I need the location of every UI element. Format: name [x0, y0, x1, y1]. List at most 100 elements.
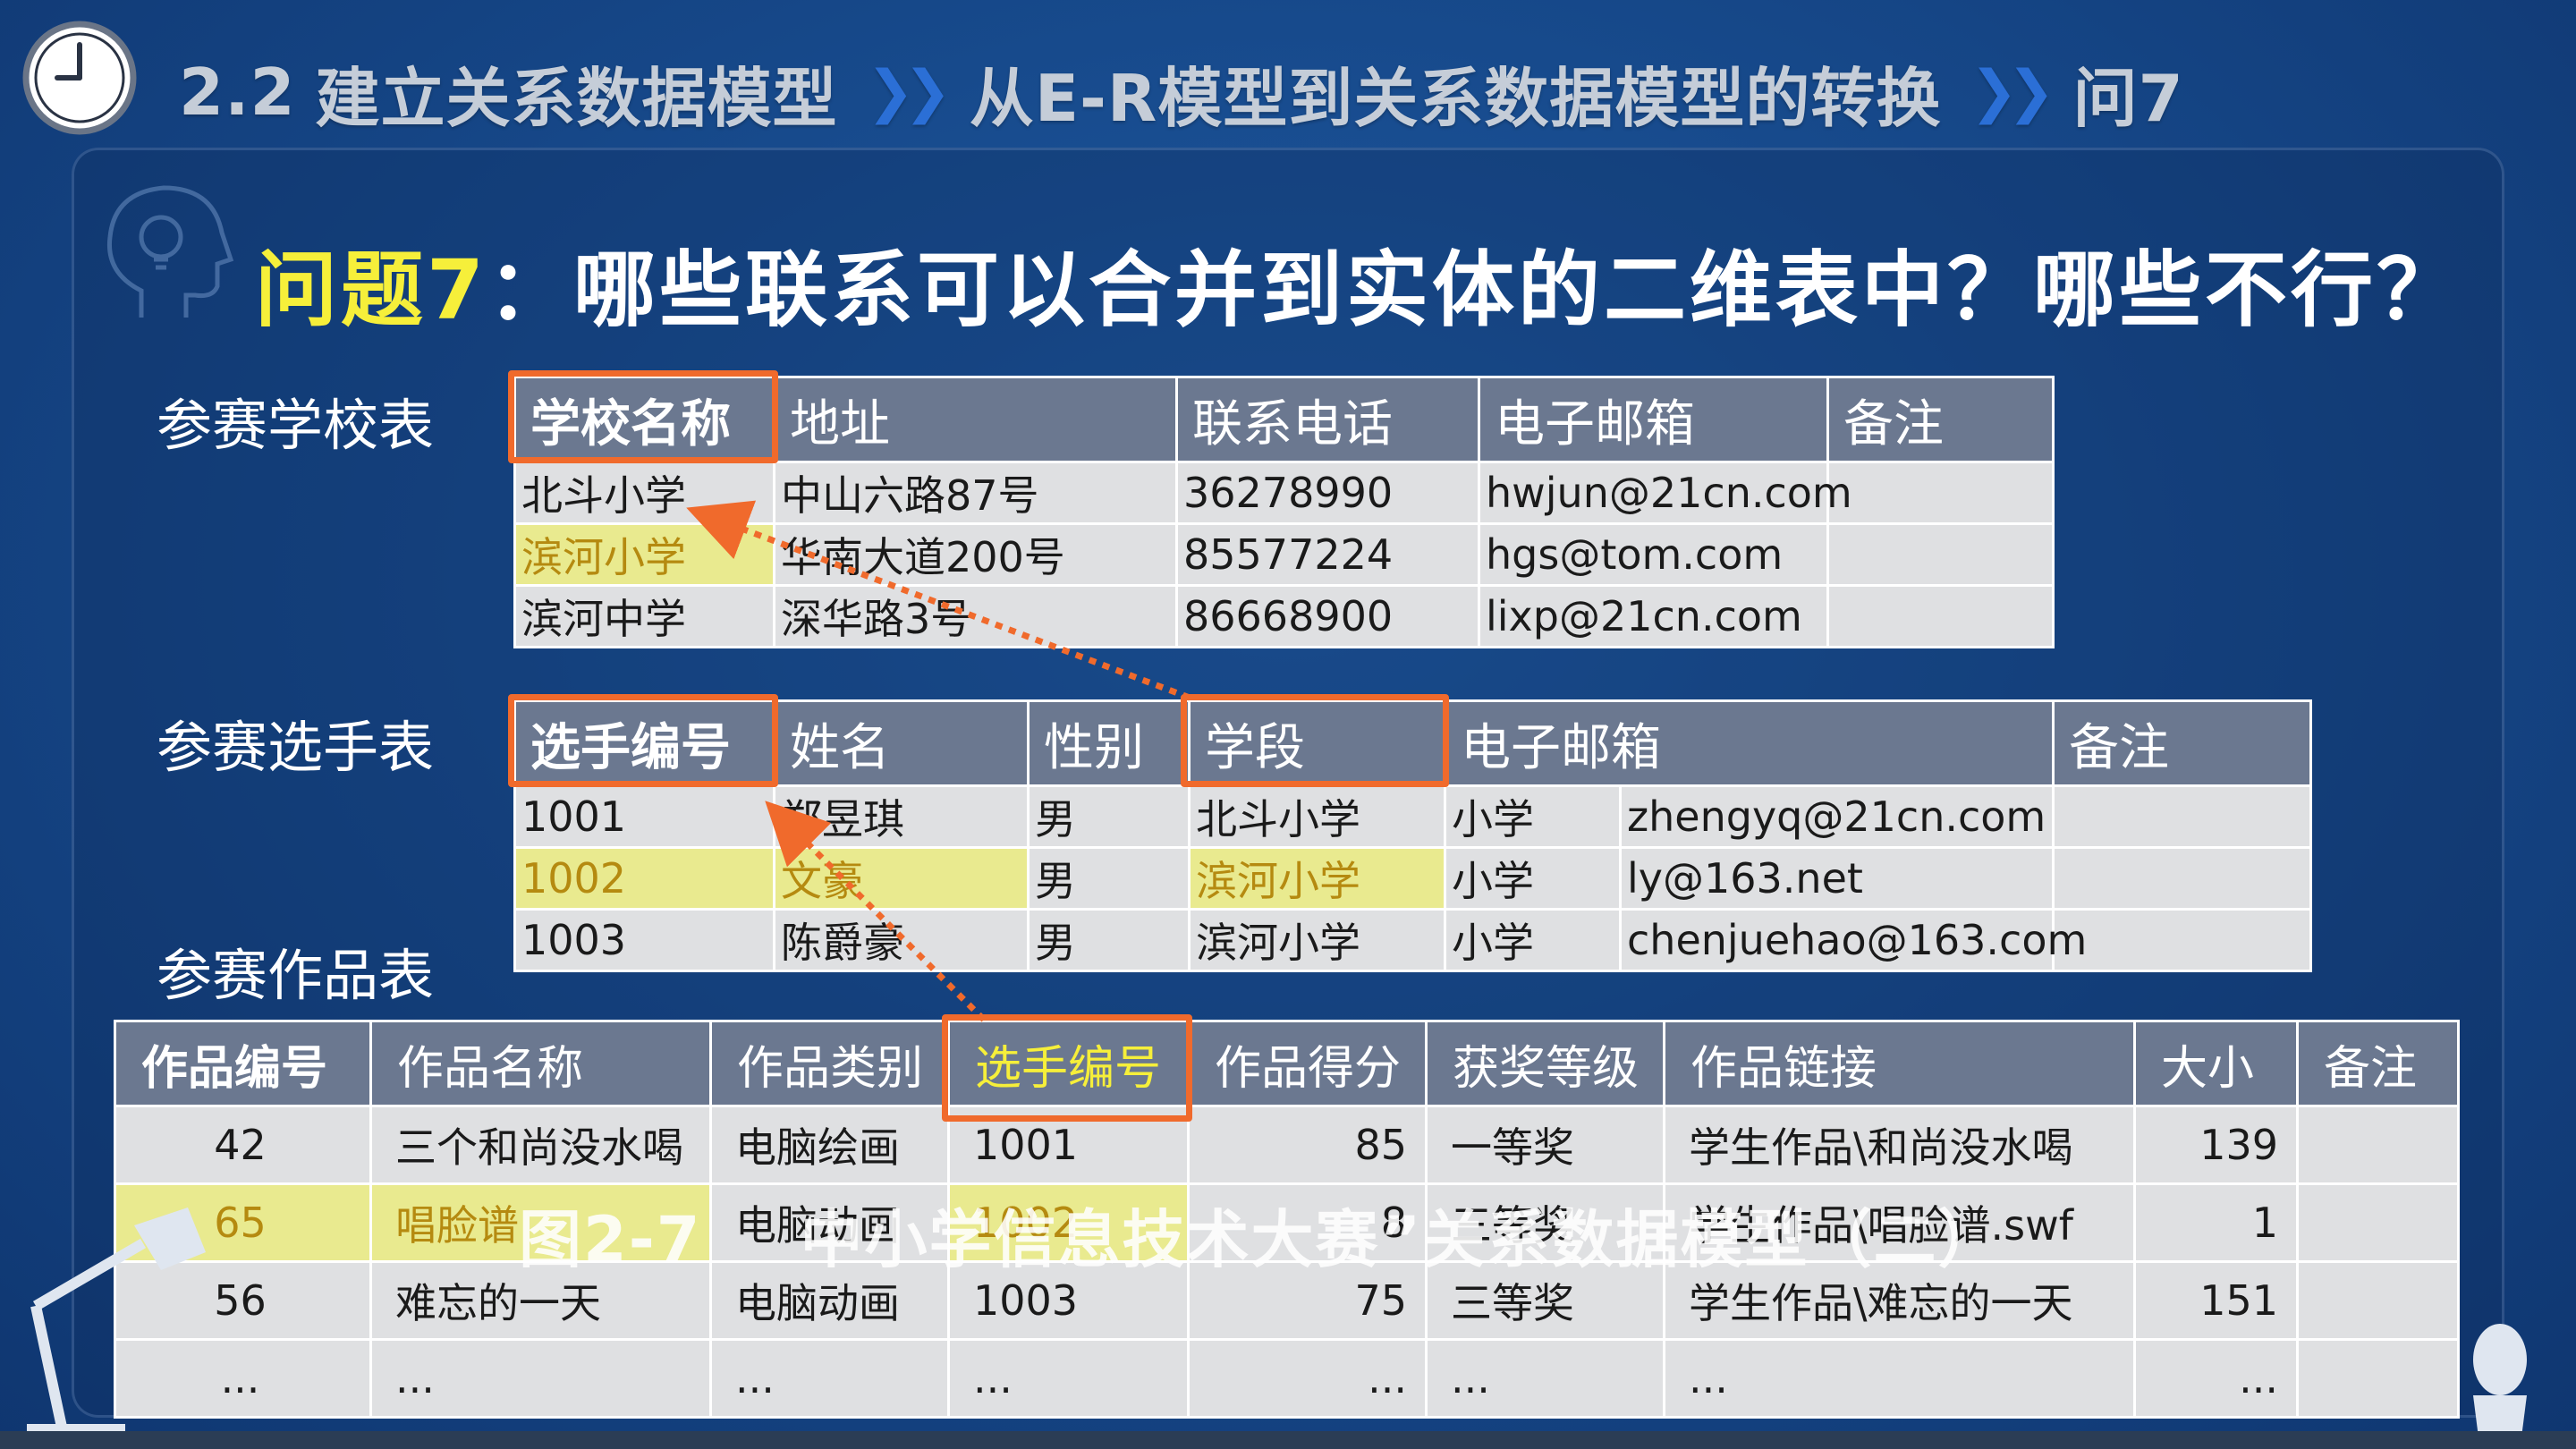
works-table-caption: 参赛作品表 — [157, 943, 435, 1008]
table-cell: 滨河小学 — [513, 522, 775, 587]
table-cell: ... — [1663, 1338, 2136, 1419]
table-cell: 北斗小学 — [1188, 784, 1446, 849]
breadcrumb-item-question: 问7 — [2072, 60, 2184, 136]
table-cell — [2296, 1260, 2460, 1341]
figure-title: 中小学信息技术大赛”关系数据模型（二） — [800, 1203, 2003, 1276]
table-cell: 一等奖 — [1425, 1105, 1665, 1185]
column-header: 备注 — [2052, 699, 2312, 787]
table-header-row: 作品编号 作品名称 作品类别 选手编号 作品得分 获奖等级 作品链接 大小 备注 — [114, 1020, 2460, 1107]
table-cell: 151 — [2133, 1260, 2299, 1341]
table-cell: chenjuehao@163.com — [1619, 908, 2087, 972]
column-header: 学段 — [1188, 699, 1446, 787]
table-cell: 小学 — [1444, 908, 1622, 972]
table-cell: 文豪 — [773, 846, 1030, 911]
table-cell: ... — [2133, 1338, 2299, 1419]
column-header: 性别 — [1027, 699, 1191, 787]
figure-caption: 图2-7 中小学信息技术大赛”关系数据模型（二） — [519, 1190, 2002, 1280]
column-header: 选手编号 — [947, 1020, 1190, 1107]
column-header: 电子邮箱 — [1444, 699, 2055, 787]
table-cell: 滨河中学 — [513, 584, 775, 648]
player-table: 选手编号 姓名 性别 学段 电子邮箱 备注 1001 郑昱琪 男 北斗小学 小学… — [513, 699, 2312, 972]
table-cell: ... — [1187, 1338, 1428, 1419]
table-cell: 学生作品\和尚没水喝 — [1663, 1105, 2136, 1185]
column-header: 备注 — [1826, 376, 2055, 463]
table-row: 1003 陈爵豪 男 滨河小学 小学 chenjuehao@163.com — [513, 908, 2312, 972]
question-label: 问题7 — [255, 242, 488, 338]
question-title: 问题7：哪些联系可以合并到实体的二维表中？哪些不行？ — [255, 224, 2462, 338]
chevron-right-icon: ❯❯ — [866, 59, 952, 125]
table-cell: 男 — [1027, 846, 1191, 911]
table-header-row: 学校名称 地址 联系电话 电子邮箱 备注 — [513, 376, 2055, 463]
head-lightbulb-icon — [106, 185, 234, 318]
table-row: 1002 文豪 男 滨河小学 小学 ly@163.net — [513, 846, 2312, 911]
table-cell: ... — [1425, 1338, 1665, 1419]
slide: 2.2 建立关系数据模型 ❯❯ 从E-R模型到关系数据模型的转换 ❯❯ 问7 问… — [0, 0, 2576, 1449]
breadcrumb-item-chapter: 建立关系数据模型 — [315, 60, 838, 136]
column-header: 电子邮箱 — [1478, 376, 1829, 463]
desk-lamp-icon — [27, 1208, 206, 1442]
table-row: 北斗小学 中山六路87号 36278990 hwjun@21cn.com — [513, 461, 2055, 525]
table-cell: 1002 — [513, 846, 775, 911]
table-cell — [1826, 584, 2055, 648]
column-header: 地址 — [773, 376, 1178, 463]
table-header-row: 选手编号 姓名 性别 学段 电子邮箱 备注 — [513, 699, 2312, 787]
school-table: 学校名称 地址 联系电话 电子邮箱 备注 北斗小学 中山六路87号 362789… — [513, 376, 2055, 648]
table-cell — [2296, 1182, 2460, 1263]
table-cell: 1001 — [947, 1105, 1190, 1185]
table-cell: 北斗小学 — [513, 461, 775, 525]
breadcrumb: 2.2 建立关系数据模型 ❯❯ 从E-R模型到关系数据模型的转换 ❯❯ 问7 — [179, 52, 2184, 136]
floor-strip — [0, 1431, 2576, 1449]
table-cell: ... — [947, 1338, 1190, 1419]
table-cell — [2296, 1338, 2460, 1419]
table-cell: 陈爵豪 — [773, 908, 1030, 972]
table-cell — [2052, 846, 2312, 911]
table-row: 1001 郑昱琪 男 北斗小学 小学 zhengyq@21cn.com — [513, 784, 2312, 849]
table-row: 滨河小学 华南大道200号 85577224 hgs@tom.com — [513, 522, 2055, 587]
table-cell: ... — [369, 1338, 712, 1419]
table-cell: 男 — [1027, 908, 1191, 972]
table-cell: 1003 — [513, 908, 775, 972]
table-row: ... ... ... ... ... ... ... ... — [114, 1338, 2460, 1419]
table-cell: 85 — [1187, 1105, 1428, 1185]
table-cell: hgs@tom.com — [1478, 522, 1829, 587]
breadcrumb-item-topic: 从E-R模型到关系数据模型的转换 — [969, 60, 1942, 136]
table-cell — [2296, 1105, 2460, 1185]
table-cell: 小学 — [1444, 846, 1622, 911]
player-table-caption: 参赛选手表 — [157, 715, 435, 780]
table-cell: zhengyq@21cn.com — [1619, 784, 2055, 849]
column-header: 学校名称 — [513, 376, 775, 463]
table-cell: 42 — [114, 1105, 372, 1185]
question-text: ：哪些联系可以合并到实体的二维表中？哪些不行？ — [487, 242, 2463, 338]
table-cell: 郑昱琪 — [773, 784, 1030, 849]
column-header: 姓名 — [773, 699, 1030, 787]
table-cell: 滨河小学 — [1188, 908, 1446, 972]
table-cell — [1826, 522, 2055, 587]
clock-icon — [22, 21, 137, 135]
column-header: 联系电话 — [1175, 376, 1480, 463]
school-table-caption: 参赛学校表 — [157, 393, 435, 458]
table-row: 滨河中学 深华路3号 86668900 lixp@21cn.com — [513, 584, 2055, 648]
table-cell: 1 — [2133, 1182, 2299, 1263]
column-header: 作品名称 — [369, 1020, 712, 1107]
table-cell: 小学 — [1444, 784, 1622, 849]
table-cell: 1001 — [513, 784, 775, 849]
column-header: 作品链接 — [1663, 1020, 2136, 1107]
table-cell: lixp@21cn.com — [1478, 584, 1829, 648]
column-header: 作品得分 — [1187, 1020, 1428, 1107]
table-cell — [1826, 461, 2055, 525]
column-header: 大小 — [2133, 1020, 2299, 1107]
table-cell: 滨河小学 — [1188, 846, 1446, 911]
chevron-right-icon: ❯❯ — [1970, 59, 2055, 125]
table-cell: 中山六路87号 — [773, 461, 1178, 525]
table-cell: 电脑绘画 — [709, 1105, 950, 1185]
column-header: 作品编号 — [114, 1020, 372, 1107]
table-cell — [2052, 784, 2312, 849]
table-cell: 36278990 — [1175, 461, 1480, 525]
figure-number: 图2-7 — [519, 1203, 702, 1276]
table-cell: 华南大道200号 — [773, 522, 1178, 587]
column-header: 选手编号 — [513, 699, 775, 787]
table-cell: ... — [709, 1338, 950, 1419]
table-cell: hwjun@21cn.com — [1478, 461, 1852, 525]
column-header: 作品类别 — [709, 1020, 950, 1107]
cactus-icon — [2473, 1324, 2527, 1445]
